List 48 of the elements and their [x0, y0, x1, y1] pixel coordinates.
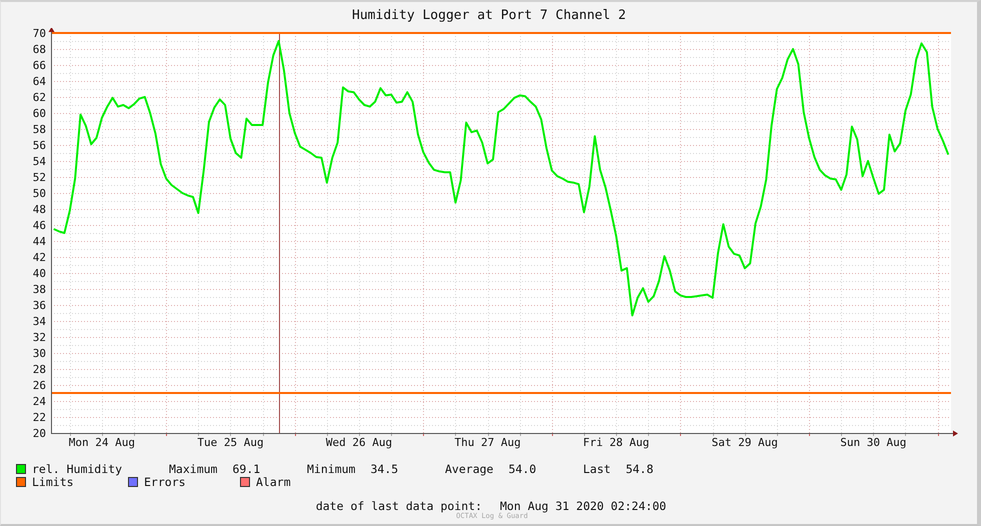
axis-label: 46: [32, 219, 46, 232]
axis-label: Sat 29 Aug: [712, 436, 778, 449]
axis-label: 64: [32, 75, 46, 88]
axis-label: 62: [32, 91, 46, 104]
legend-label: rel. Humidity: [32, 462, 122, 476]
axis-label: Sun 30 Aug: [840, 436, 906, 449]
axis-label: Wed 26 Aug: [326, 436, 392, 449]
stat-label: Minimum: [307, 462, 356, 476]
axis-label: Fri 28 Aug: [583, 436, 650, 449]
stat-label: Average: [445, 462, 494, 476]
date-value: Mon Aug 31 2020 02:24:00: [500, 499, 666, 512]
axis-label: 52: [32, 171, 46, 184]
axis-label: 40: [32, 267, 46, 280]
axis-label: 30: [32, 347, 46, 360]
stat-value: 34.5: [370, 462, 398, 476]
axis-label: 54: [32, 155, 46, 168]
axis-label: Tue 25 Aug: [197, 436, 264, 449]
axis-label: 56: [32, 139, 46, 152]
legend-label: Errors: [144, 474, 186, 488]
axis-label: 38: [32, 283, 46, 296]
stat-label: Last: [583, 462, 611, 476]
axis-label: 36: [32, 299, 46, 312]
axis-label: 70: [32, 28, 46, 40]
axis-label: 20: [32, 427, 46, 440]
axis-label: 42: [32, 251, 46, 264]
axis-label: 26: [32, 379, 46, 392]
axis-label: 60: [32, 107, 46, 120]
stat-label: Maximum: [169, 462, 218, 476]
stat-value: 54.8: [626, 462, 654, 476]
axis-label: 50: [32, 187, 46, 200]
stat-value: 69.1: [232, 462, 260, 476]
axis-label: 68: [32, 43, 46, 56]
axis-label: 28: [32, 363, 46, 376]
axis-label: 44: [32, 235, 46, 248]
axis-label: 34: [32, 315, 46, 328]
axis-label: 32: [32, 331, 46, 344]
legend-label: Alarm: [256, 474, 291, 488]
axis-label: 58: [32, 123, 46, 136]
chart-title: Humidity Logger at Port 7 Channel 2: [352, 8, 626, 22]
axis-label: 48: [32, 203, 46, 216]
axis-label: Mon 24 Aug: [68, 436, 135, 449]
axis-label: 66: [32, 59, 46, 72]
date-label: date of last data point:: [316, 499, 482, 512]
axis-label: 24: [32, 395, 46, 408]
axis-label: 22: [32, 411, 46, 424]
stat-value: 54.0: [508, 462, 536, 476]
axis-label: Thu 27 Aug: [454, 436, 521, 449]
legend-label: Limits: [32, 474, 74, 488]
